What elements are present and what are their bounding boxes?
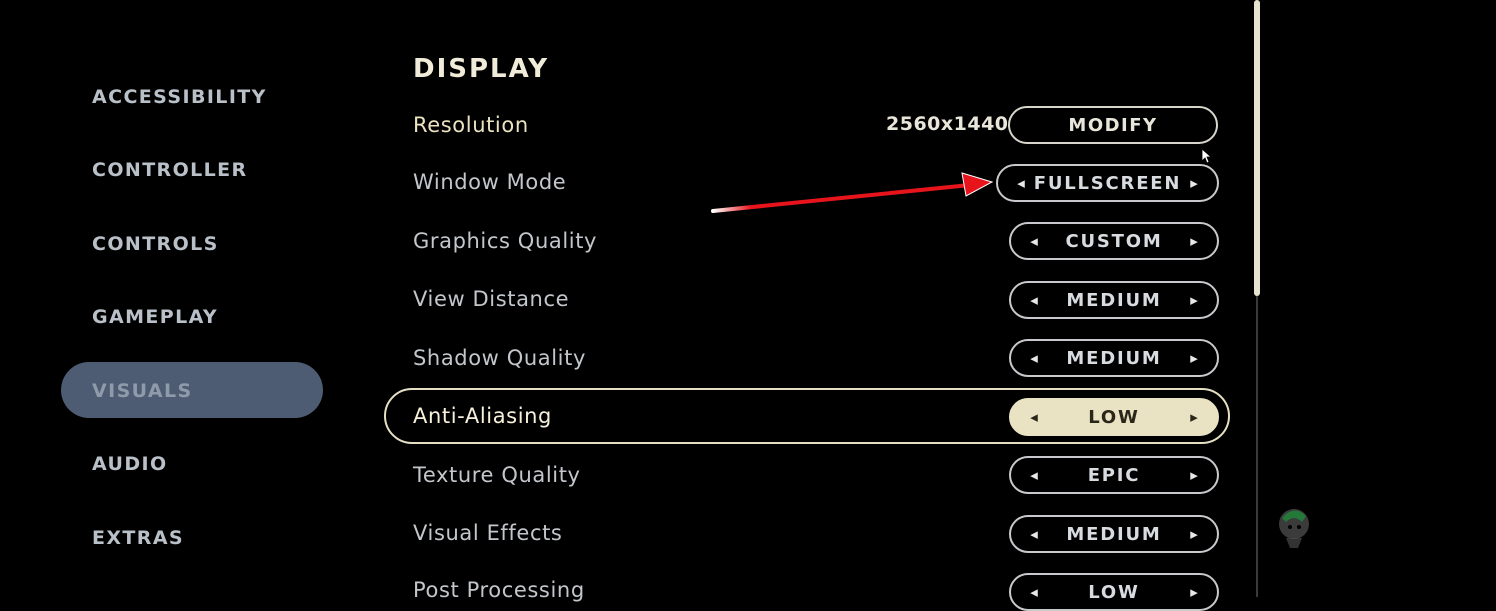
- arrow-left-icon[interactable]: ◂: [1025, 583, 1043, 601]
- sidebar-item-gameplay[interactable]: GAMEPLAY: [92, 306, 218, 328]
- anti-aliasing-selector[interactable]: ◂ LOW ▸: [1009, 398, 1219, 436]
- view-distance-label: View Distance: [413, 287, 570, 311]
- mouse-cursor-icon: [1201, 148, 1213, 164]
- section-title: DISPLAY: [413, 54, 550, 84]
- scrollbar-thumb[interactable]: [1254, 0, 1260, 296]
- shadow-quality-selector[interactable]: ◂ MEDIUM ▸: [1009, 339, 1219, 377]
- window-mode-value: FULLSCREEN: [1033, 172, 1182, 194]
- arrow-left-icon[interactable]: ◂: [1025, 525, 1043, 543]
- arrow-right-icon[interactable]: ▸: [1185, 291, 1203, 309]
- sidebar-item-controller[interactable]: CONTROLLER: [92, 159, 248, 181]
- graphics-quality-value: CUSTOM: [1065, 230, 1163, 252]
- arrow-left-icon[interactable]: ◂: [1025, 291, 1043, 309]
- arrow-left-icon[interactable]: ◂: [1025, 466, 1043, 484]
- visual-effects-label: Visual Effects: [413, 521, 563, 545]
- visual-effects-value: MEDIUM: [1066, 523, 1162, 545]
- shadow-quality-value: MEDIUM: [1066, 347, 1162, 369]
- resolution-value: 2560x1440: [886, 113, 1009, 135]
- view-distance-value: MEDIUM: [1066, 289, 1162, 311]
- graphics-quality-label: Graphics Quality: [413, 229, 598, 253]
- sidebar-item-audio[interactable]: AUDIO: [92, 453, 168, 475]
- sidebar-item-accessibility[interactable]: ACCESSIBILITY: [92, 86, 267, 108]
- arrow-left-icon[interactable]: ◂: [1012, 174, 1030, 192]
- modify-resolution-button[interactable]: MODIFY: [1008, 106, 1218, 144]
- arrow-left-icon[interactable]: ◂: [1025, 232, 1043, 250]
- post-processing-value: LOW: [1088, 581, 1140, 603]
- shadow-quality-label: Shadow Quality: [413, 346, 586, 370]
- arrow-right-icon[interactable]: ▸: [1185, 232, 1203, 250]
- arrow-right-icon[interactable]: ▸: [1185, 408, 1203, 426]
- arrow-right-icon[interactable]: ▸: [1185, 466, 1203, 484]
- post-processing-label: Post Processing: [413, 578, 585, 602]
- watermark-logo-icon: [1279, 509, 1309, 548]
- arrow-right-icon[interactable]: ▸: [1185, 525, 1203, 543]
- arrow-left-icon[interactable]: ◂: [1025, 408, 1043, 426]
- view-distance-selector[interactable]: ◂ MEDIUM ▸: [1009, 281, 1219, 319]
- visual-effects-selector[interactable]: ◂ MEDIUM ▸: [1009, 515, 1219, 553]
- arrow-right-icon[interactable]: ▸: [1185, 174, 1203, 192]
- post-processing-selector[interactable]: ◂ LOW ▸: [1009, 573, 1219, 611]
- anti-aliasing-label: Anti-Aliasing: [413, 404, 552, 428]
- sidebar-item-visuals[interactable]: VISUALS: [92, 380, 193, 402]
- arrow-left-icon[interactable]: ◂: [1025, 349, 1043, 367]
- graphics-quality-selector[interactable]: ◂ CUSTOM ▸: [1009, 222, 1219, 260]
- arrow-right-icon[interactable]: ▸: [1185, 583, 1203, 601]
- anti-aliasing-value: LOW: [1088, 406, 1140, 428]
- texture-quality-label: Texture Quality: [413, 463, 581, 487]
- sidebar-item-controls[interactable]: CONTROLS: [92, 233, 219, 255]
- texture-quality-value: EPIC: [1087, 464, 1141, 486]
- sidebar-item-extras[interactable]: EXTRAS: [92, 527, 184, 549]
- window-mode-selector[interactable]: ◂ FULLSCREEN ▸: [996, 164, 1219, 202]
- resolution-label: Resolution: [413, 113, 529, 137]
- red-arrow-icon: [711, 172, 994, 213]
- texture-quality-selector[interactable]: ◂ EPIC ▸: [1009, 456, 1219, 494]
- window-mode-label: Window Mode: [413, 170, 567, 194]
- arrow-right-icon[interactable]: ▸: [1185, 349, 1203, 367]
